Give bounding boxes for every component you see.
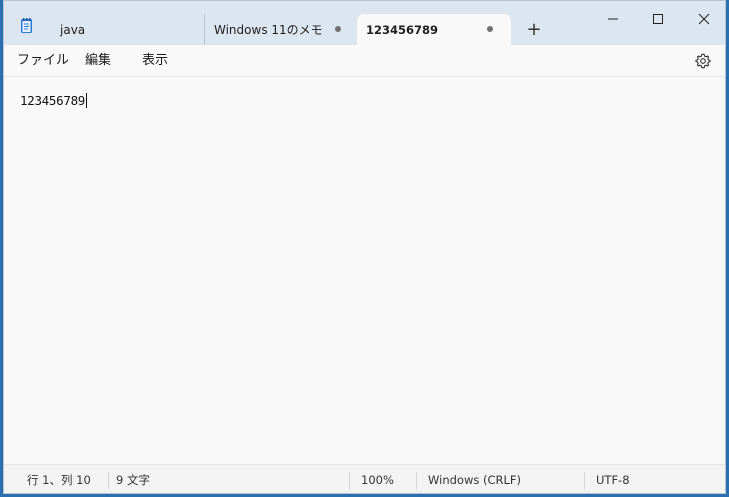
close-button[interactable] xyxy=(687,5,721,33)
tab-java[interactable]: java xyxy=(48,14,203,45)
minimize-icon xyxy=(608,18,618,20)
tab-label: java xyxy=(60,22,86,37)
tab-label: Windows 11のメモ帳( xyxy=(214,23,322,37)
status-divider xyxy=(349,472,350,489)
line-ending[interactable]: Windows (CRLF) xyxy=(428,465,521,493)
minimize-button[interactable] xyxy=(596,5,630,33)
menu-edit[interactable]: 編集 xyxy=(85,45,111,77)
tab-123456789[interactable]: 123456789 xyxy=(357,14,511,45)
gear-icon[interactable] xyxy=(695,53,711,69)
zoom-level[interactable]: 100% xyxy=(361,465,394,493)
maximize-button[interactable] xyxy=(641,5,675,33)
character-count: 9 文字 xyxy=(116,473,150,487)
status-divider xyxy=(584,472,585,489)
status-divider xyxy=(416,472,417,489)
notepad-window: java Windows 11のメモ帳( 123456789 + xyxy=(3,0,726,494)
status-bar: 行 1、列 10 9 文字 100% Windows (CRLF) UTF-8 xyxy=(4,464,725,493)
menu-view[interactable]: 表示 xyxy=(142,45,168,77)
editor-text: 123456789 xyxy=(20,93,86,108)
status-divider xyxy=(108,472,109,489)
text-caret xyxy=(86,93,88,108)
unsaved-dot-icon xyxy=(335,26,341,32)
close-icon xyxy=(698,13,710,25)
plus-icon: + xyxy=(526,19,542,40)
menu-bar: ファイル 編集 表示 xyxy=(4,45,725,77)
cursor-position: 行 1、列 10 xyxy=(27,473,91,487)
encoding[interactable]: UTF-8 xyxy=(596,465,630,493)
notepad-app-icon xyxy=(21,18,32,33)
tab-windows-11-notepad[interactable]: Windows 11のメモ帳( xyxy=(204,14,357,45)
new-tab-button[interactable]: + xyxy=(524,20,544,40)
maximize-icon xyxy=(653,14,663,24)
menu-file[interactable]: ファイル xyxy=(17,45,69,77)
unsaved-dot-icon xyxy=(487,26,493,32)
text-editor[interactable]: 123456789 xyxy=(4,78,725,464)
editor-content[interactable]: 123456789 xyxy=(20,93,88,108)
tab-label: 123456789 xyxy=(366,22,439,37)
title-bar[interactable]: java Windows 11のメモ帳( 123456789 + xyxy=(4,1,725,45)
